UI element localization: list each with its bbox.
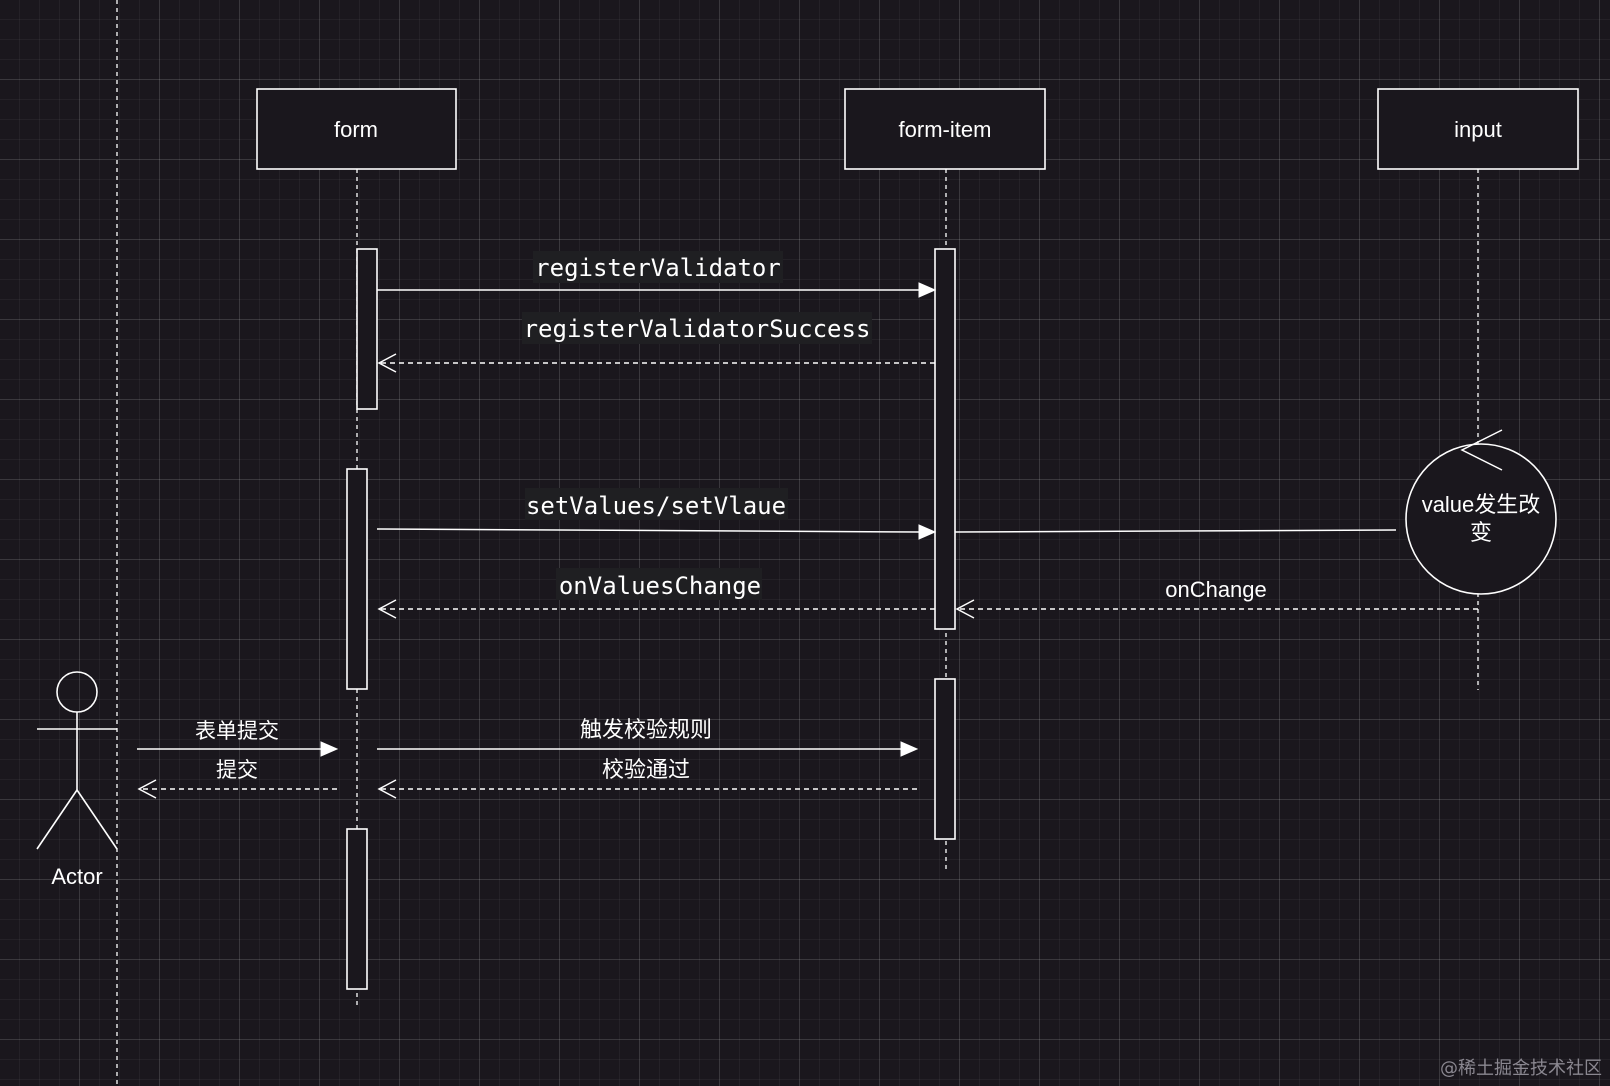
on-change-label: onChange	[1165, 577, 1267, 602]
set-values-arrow	[376, 528, 921, 533]
trigger-validation-label: 触发校验规则	[580, 717, 712, 742]
on-values-change-label: onValuesChange	[559, 572, 761, 600]
event-to-form-item-line	[954, 529, 1397, 533]
watermark-text: @稀土掘金技术社区	[1440, 1058, 1602, 1079]
form-item-activation-2	[934, 678, 956, 840]
actor-figure[interactable]	[36, 671, 118, 850]
participant-input-label: input	[1454, 117, 1502, 142]
form-activation-3	[346, 828, 368, 990]
trigger-validation-arrowhead	[900, 741, 919, 757]
register-validator-label: registerValidator	[535, 254, 781, 282]
register-validator-arrowhead	[918, 282, 937, 298]
set-values-arrowhead	[918, 524, 937, 540]
value-change-event-line2: 变	[1470, 520, 1492, 545]
value-change-event-circle[interactable]	[1405, 443, 1557, 595]
actor-right-leg	[76, 789, 118, 850]
sequence-diagram: form form-item input registerValidator r…	[36, 0, 1602, 1086]
form-submit-arrowhead	[320, 741, 339, 757]
form-item-activation-1	[934, 248, 956, 630]
form-activation-2	[346, 468, 368, 690]
set-values-label: setValues/setVlaue	[526, 492, 786, 520]
actor-head	[56, 671, 98, 713]
form-activation-1	[356, 248, 378, 410]
value-change-event-line1: value发生改	[1422, 492, 1541, 517]
validation-passed-label: 校验通过	[602, 757, 690, 782]
register-validator-success-label: registerValidatorSuccess	[524, 315, 871, 343]
submit-label: 提交	[216, 759, 258, 782]
form-submit-label: 表单提交	[195, 720, 279, 743]
actor-left-leg	[36, 789, 78, 850]
actor-label: Actor	[51, 864, 102, 889]
participant-form-item-label: form-item	[899, 117, 992, 142]
participant-form-label: form	[334, 117, 378, 142]
diagram-canvas: form form-item input registerValidator r…	[0, 0, 1610, 1086]
